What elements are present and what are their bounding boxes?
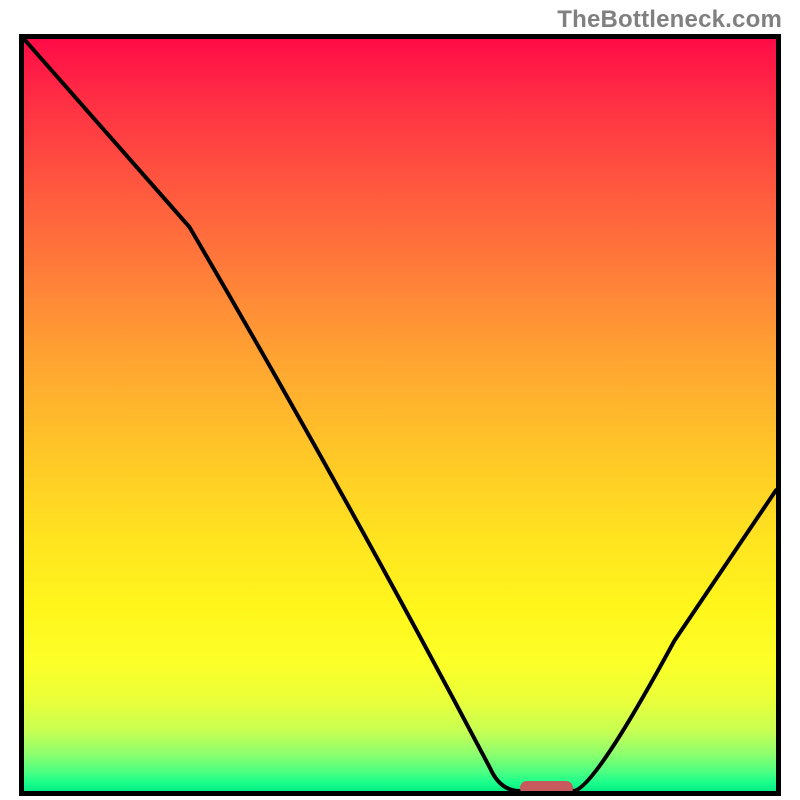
watermark-text: TheBottleneck.com — [557, 6, 782, 34]
optimal-range-marker — [520, 781, 573, 795]
plot-frame — [19, 34, 781, 796]
chart-container: TheBottleneck.com — [0, 0, 800, 800]
bottleneck-curve — [24, 39, 776, 791]
